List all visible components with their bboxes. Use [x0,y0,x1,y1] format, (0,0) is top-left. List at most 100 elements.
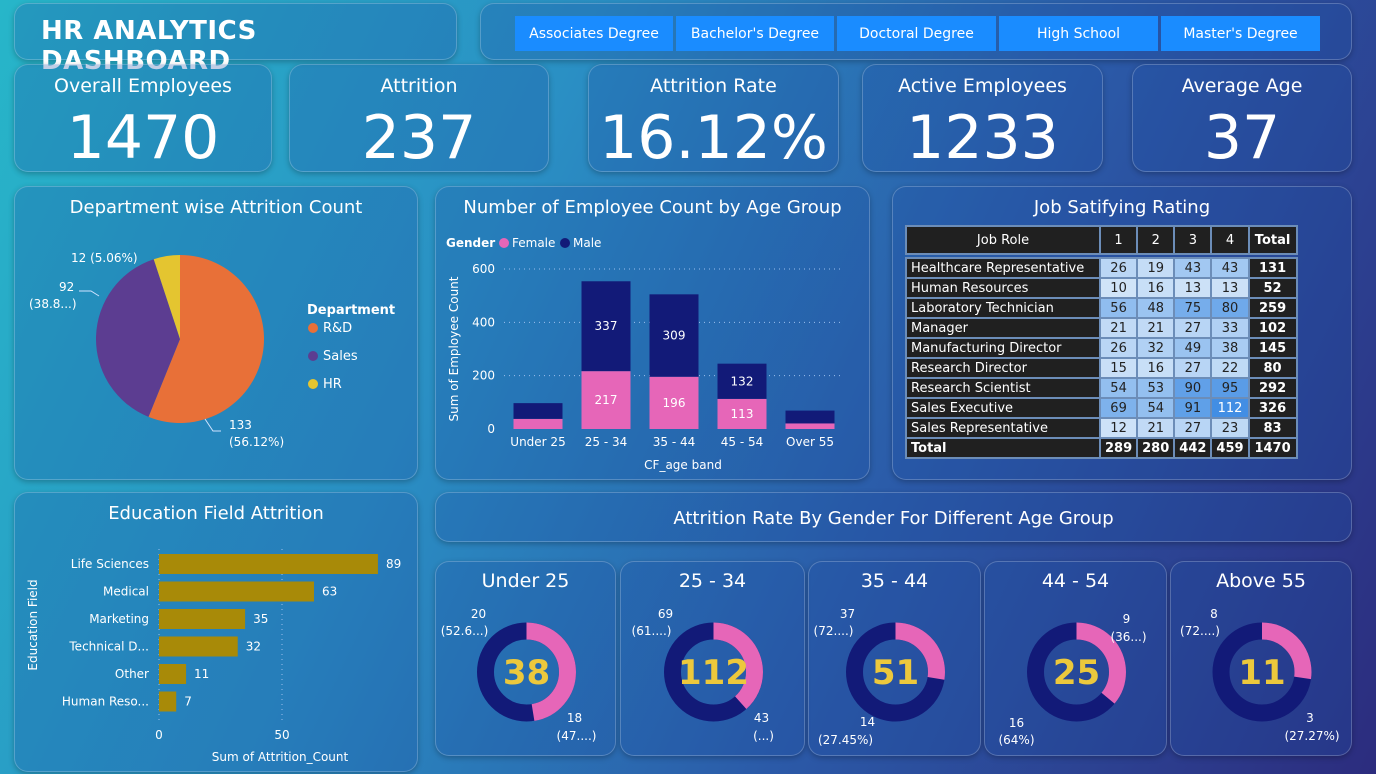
donut-card-4: 44 - 54 25 16 (64%) 9 (36...) [984,561,1167,756]
rating-cell: 13 [1173,277,1213,299]
donut-female-label: 43 [754,711,769,725]
legend-marker [308,323,318,333]
edu-bar[interactable] [159,581,314,602]
kpi-label: Overall Employees [54,75,232,97]
donut-male-pct: (64%) [998,733,1034,747]
edu-bar[interactable] [159,609,246,629]
edu-bar[interactable] [159,664,187,684]
kpi-value: 37 [1203,103,1281,173]
x-tick-label: 45 - 54 [721,435,764,449]
kpi-label: Attrition [380,75,458,97]
donut-female-label: 18 [567,711,582,725]
leader-line [79,290,100,297]
filter-doctoral-degree[interactable]: Doctoral Degree [837,16,996,51]
x-axis-label: Sum of Attrition_Count [212,750,349,764]
donut-female-pct: (47....) [557,729,597,743]
donut-chart: 38 20 (52.6...) 18 (47....) [441,607,597,743]
total-cell: 80 [1247,357,1298,379]
y-tick-label: 200 [472,369,495,383]
y-tick-label: Life Sciences [71,557,149,571]
rating-cell: 112 [1210,397,1250,419]
table-row: Manager 21 21 27 33 102 [905,317,1298,339]
bar-male[interactable] [785,410,835,424]
data-label: 196 [663,396,686,410]
job-satisfaction-panel: Job Satifying Rating Job Role 1 2 3 4 Total H… [892,186,1352,480]
edu-bar[interactable] [159,636,238,657]
total-row-cell: 289 [1098,437,1139,459]
total-cell: 145 [1247,337,1298,359]
donut-female-pct: (27.27%) [1284,729,1339,743]
data-label: 63 [322,585,337,599]
kpi-value: 1470 [66,103,220,173]
leader-line [204,418,221,432]
rating-cell: 27 [1173,417,1213,439]
table-header: Total [1247,225,1298,255]
total-cell: 326 [1247,397,1298,419]
table-row: Sales Representative 12 21 27 23 83 [905,417,1298,439]
total-cell: 83 [1247,417,1298,439]
donut-center-value: 11 [1238,653,1285,693]
table-header: Job Role [905,225,1101,255]
table-row: Manufacturing Director 26 32 49 38 145 [905,337,1298,359]
x-tick-label: 35 - 44 [653,435,696,449]
legend-item-hr: HR [323,377,342,392]
donut-male-label: 16 [1009,716,1024,730]
data-label: 309 [663,329,686,343]
filter-associates-degree[interactable]: Associates Degree [515,16,673,51]
rating-cell: 49 [1173,337,1213,359]
education-field-bar-chart: 0 50 Life Sciences 89 Medical 63 Marketing 35 T… [26,549,401,764]
legend-item-sales: Sales [323,349,358,364]
rating-cell: 19 [1136,257,1176,279]
y-tick-label: Medical [103,585,149,599]
total-cell: 52 [1247,277,1298,299]
donut-chart: 11 8 (72....) 3 (27.27%) [1180,607,1340,743]
rating-cell: 91 [1173,397,1213,419]
data-label: 89 [386,557,401,571]
donut-male-pct: (72....) [1180,624,1220,638]
kpi-attrition: Attrition 237 [289,64,549,173]
job-role-cell: Laboratory Technician [905,297,1101,319]
donut-female-pct: (...) [753,729,774,743]
education-filter-panel: Associates Degree Bachelor's Degree Doct… [480,3,1352,60]
kpi-value: 1233 [906,103,1059,173]
bar-male[interactable] [513,403,563,419]
rating-cell: 21 [1098,317,1139,339]
filter-bachelors-degree[interactable]: Bachelor's Degree [676,16,834,51]
rating-cell: 53 [1136,377,1176,399]
donut-female-label: 9 [1123,612,1131,626]
department-attrition-panel: Department wise Attrition Count 133 (56.1… [14,186,418,480]
rating-cell: 75 [1173,297,1213,319]
job-role-cell: Sales Executive [905,397,1101,419]
total-row-cell: Total [905,437,1101,459]
pie-label-rnd: 133 [229,418,252,432]
data-label: 113 [731,407,754,421]
kpi-label: Average Age [1181,75,1303,97]
rating-cell: 69 [1098,397,1139,419]
total-row-cell: 280 [1136,437,1176,459]
pie-label-hr: 12 (5.06%) [71,251,138,265]
edu-bar[interactable] [159,554,378,574]
edu-bar[interactable] [159,691,177,712]
bar-female[interactable] [785,423,835,429]
filter-masters-degree[interactable]: Master's Degree [1161,16,1320,51]
job-role-cell: Research Scientist [905,377,1101,399]
total-cell: 131 [1247,257,1298,279]
table-row: Sales Executive 69 54 91 112 326 [905,397,1298,419]
pie-label-sales: 92 [59,280,74,294]
rating-cell: 21 [1136,317,1176,339]
total-row-cell: 442 [1173,437,1213,459]
kpi-label: Active Employees [898,75,1067,97]
donut-chart: 51 37 (72....) 14 (27.45%) [814,607,945,747]
legend-title: Gender [446,236,495,250]
data-label: 32 [246,640,261,654]
filter-high-school[interactable]: High School [999,16,1158,51]
bar-female[interactable] [513,418,563,429]
rating-cell: 54 [1098,377,1139,399]
pie-label-sales-pct: (38.8...) [29,297,77,311]
x-tick-label: 25 - 34 [585,435,628,449]
donut-card-2: 25 - 34 112 69 (61....) 43 (...) [620,561,805,756]
donut-female-pct: (36...) [1110,630,1146,644]
age-group-bar-chart: Gender Female Male 0 200 400 600 Under 25 25… [446,236,844,472]
donut-center-value: 38 [503,653,550,693]
donut-male-pct: (72....) [814,624,854,638]
